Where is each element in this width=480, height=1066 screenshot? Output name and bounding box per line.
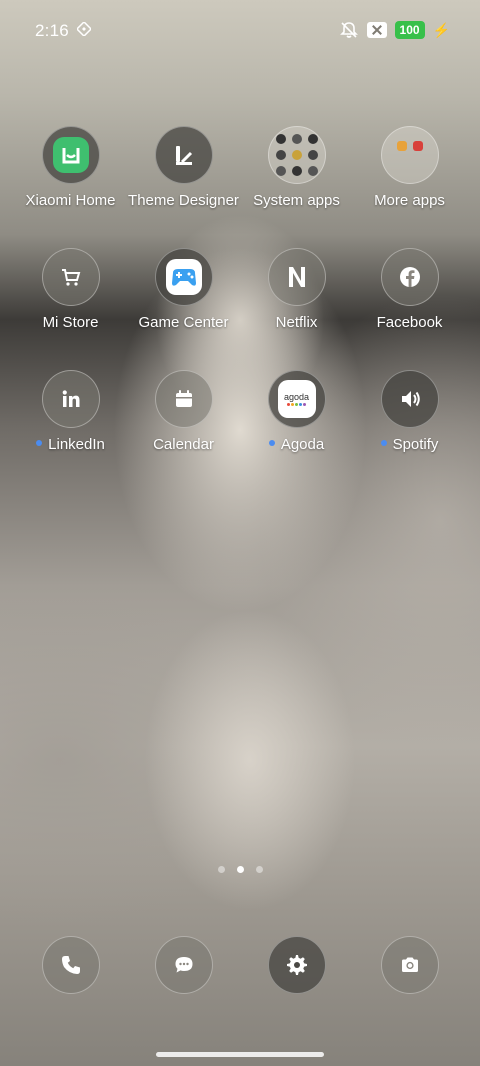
app-label: Agoda <box>240 436 353 453</box>
app-label: Facebook <box>376 314 443 331</box>
mini-app-icon <box>307 166 318 176</box>
dock-camera[interactable] <box>353 936 466 994</box>
battery-icon: 100 <box>394 21 425 39</box>
page-indicator <box>0 866 480 873</box>
mute-icon <box>339 22 358 38</box>
mini-app-icon <box>291 134 302 144</box>
app-mi-store[interactable]: Mi Store <box>14 248 127 331</box>
settings-icon <box>286 955 307 975</box>
agoda-icon: agoda <box>277 380 316 418</box>
app-label: Calendar <box>153 436 214 453</box>
app-label: Netflix <box>275 314 318 331</box>
dock-messages[interactable] <box>127 936 240 994</box>
app-label-text: Spotify <box>392 436 439 453</box>
mini-app-icon <box>275 166 286 176</box>
status-icons: 100 ⚡ <box>339 20 450 40</box>
phone-icon <box>61 956 80 974</box>
linkedin-icon <box>62 390 79 407</box>
dock-phone[interactable] <box>14 936 127 994</box>
app-netflix[interactable]: Netflix <box>240 248 353 331</box>
speaker-icon <box>401 391 420 407</box>
app-label-text: LinkedIn <box>48 436 105 453</box>
app-label-text: Agoda <box>280 436 325 453</box>
notification-dot <box>36 440 43 447</box>
charging-icon: ⚡ <box>432 21 450 38</box>
app-label: More apps <box>374 192 445 209</box>
dock-settings[interactable] <box>240 936 353 994</box>
app-xiaomi-home[interactable]: Xiaomi Home <box>14 126 127 209</box>
mini-app-icon <box>412 141 423 151</box>
cart-icon <box>61 269 80 286</box>
page-dot[interactable] <box>255 866 263 873</box>
app-spotify[interactable]: Spotify <box>353 370 466 453</box>
mini-app-icon <box>291 150 302 160</box>
folder-more-apps[interactable]: More apps <box>353 126 466 209</box>
mini-app-icon <box>396 141 407 151</box>
mini-app-icon <box>291 166 302 176</box>
mini-app-icon <box>307 150 318 160</box>
no-sim-icon <box>366 22 387 38</box>
gamepad-icon <box>165 259 202 295</box>
mini-app-icon <box>275 150 286 160</box>
app-label: Theme Designer <box>128 192 239 209</box>
mini-app-icon <box>275 134 286 144</box>
clock: 2:16 <box>35 21 69 40</box>
camera-icon <box>401 957 418 972</box>
notification-dot <box>380 440 387 447</box>
app-label: Spotify <box>353 436 466 453</box>
mini-app-icon <box>307 134 318 144</box>
notification-dot <box>268 440 275 447</box>
app-game-center[interactable]: Game Center <box>127 248 240 331</box>
app-linkedin[interactable]: LinkedIn <box>14 370 127 453</box>
theme-designer-icon <box>175 146 192 165</box>
page-dot-active[interactable] <box>236 866 244 873</box>
app-label: System apps <box>253 192 340 209</box>
app-calendar[interactable]: Calendar <box>127 370 240 453</box>
app-facebook[interactable]: Facebook <box>353 248 466 331</box>
app-theme-designer[interactable]: Theme Designer <box>127 126 240 209</box>
xiaomi-home-icon <box>52 137 89 173</box>
app-label: LinkedIn <box>14 436 127 453</box>
folder-system-apps[interactable]: System apps <box>240 126 353 209</box>
netflix-icon <box>288 267 305 287</box>
page-dot[interactable] <box>217 866 225 873</box>
status-bar: 2:16 100 ⚡ <box>0 0 480 62</box>
messages-icon <box>175 957 192 973</box>
nfc-icon <box>77 22 91 36</box>
agoda-dots <box>287 403 306 406</box>
app-agoda[interactable]: agoda Agoda <box>240 370 353 453</box>
gesture-home-bar[interactable] <box>156 1052 324 1057</box>
facebook-icon <box>399 267 420 287</box>
calendar-icon <box>175 390 192 407</box>
app-label: Mi Store <box>42 314 99 331</box>
app-label: Game Center <box>138 314 229 331</box>
agoda-wordmark: agoda <box>283 392 310 402</box>
app-label: Xiaomi Home <box>25 192 116 209</box>
